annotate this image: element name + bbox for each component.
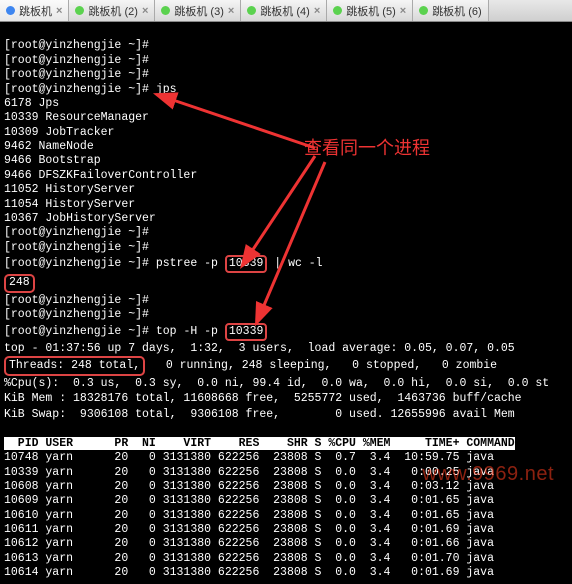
shell-prompt: [root@yinzhengjie ~]#: [4, 68, 149, 81]
top-row: 10609 yarn 20 0 3131380 622256 23808 S 0…: [4, 494, 494, 507]
close-icon[interactable]: ×: [56, 5, 62, 17]
shell-prompt: [root@yinzhengjie ~]#: [4, 257, 149, 270]
close-icon[interactable]: ×: [314, 5, 320, 17]
close-icon[interactable]: ×: [228, 5, 234, 17]
status-dot-icon: [161, 6, 170, 15]
shell-prompt: [root@yinzhengjie ~]#: [4, 54, 149, 67]
jps-line: 6178 Jps: [4, 97, 59, 110]
jps-line: 11052 HistoryServer: [4, 183, 135, 196]
tab-label: 跳板机 (6): [432, 3, 482, 19]
jps-line: 10339 ResourceManager: [4, 111, 149, 124]
top-row: 10610 yarn 20 0 3131380 622256 23808 S 0…: [4, 509, 494, 522]
tab-4[interactable]: 跳板机 (4) ×: [241, 0, 327, 21]
highlight-thread-count: 248: [4, 274, 35, 292]
cmd-pstree-rest: | wc -l: [267, 257, 322, 270]
watermark: www.9969.net: [422, 463, 554, 486]
tab-5[interactable]: 跳板机 (5) ×: [327, 0, 413, 21]
shell-prompt: [root@yinzhengjie ~]#: [4, 308, 149, 321]
top-row: 10611 yarn 20 0 3131380 622256 23808 S 0…: [4, 523, 494, 536]
tab-3[interactable]: 跳板机 (3) ×: [155, 0, 241, 21]
top-row: 10608 yarn 20 0 3131380 622256 23808 S 0…: [4, 480, 494, 493]
jps-line: 10367 JobHistoryServer: [4, 212, 156, 225]
tab-label: 跳板机 (4): [260, 3, 310, 19]
top-row: 10614 yarn 20 0 3131380 622256 23808 S 0…: [4, 566, 494, 579]
tab-label: 跳板机 (5): [346, 3, 396, 19]
top-threads-rest: 0 running, 248 sleeping, 0 stopped, 0 zo…: [145, 359, 497, 372]
status-dot-icon: [6, 6, 15, 15]
jps-line: 9466 Bootstrap: [4, 154, 101, 167]
tab-2[interactable]: 跳板机 (2) ×: [69, 0, 155, 21]
cmd-pstree: pstree -p: [156, 257, 225, 270]
shell-prompt: [root@yinzhengjie ~]#: [4, 83, 149, 96]
top-row: 10748 yarn 20 0 3131380 622256 23808 S 0…: [4, 451, 494, 464]
shell-prompt: [root@yinzhengjie ~]#: [4, 39, 149, 52]
top-table-header: PID USER PR NI VIRT RES SHR S %CPU %MEM …: [4, 437, 515, 450]
top-row: 10613 yarn 20 0 3131380 622256 23808 S 0…: [4, 552, 494, 565]
terminal[interactable]: [root@yinzhengjie ~]# [root@yinzhengjie …: [0, 22, 572, 584]
shell-prompt: [root@yinzhengjie ~]#: [4, 241, 149, 254]
top-line1: top - 01:37:56 up 7 days, 1:32, 3 users,…: [4, 342, 515, 355]
status-dot-icon: [75, 6, 84, 15]
close-icon[interactable]: ×: [142, 5, 148, 17]
top-row: 10612 yarn 20 0 3131380 622256 23808 S 0…: [4, 537, 494, 550]
jps-line: 10309 JobTracker: [4, 126, 114, 139]
status-dot-icon: [333, 6, 342, 15]
annotation-callout: 查看同一个进程: [304, 134, 430, 160]
status-dot-icon: [247, 6, 256, 15]
highlight-pid-pstree: 10339: [225, 255, 268, 273]
jps-line: 9466 DFSZKFailoverController: [4, 169, 197, 182]
jps-line: 11054 HistoryServer: [4, 198, 135, 211]
top-row: 10339 yarn 20 0 3131380 622256 23808 S 0…: [4, 466, 494, 479]
close-icon[interactable]: ×: [400, 5, 406, 17]
shell-prompt: [root@yinzhengjie ~]#: [4, 325, 149, 338]
tab-1[interactable]: 跳板机 ×: [0, 0, 69, 21]
shell-prompt: [root@yinzhengjie ~]#: [4, 294, 149, 307]
tab-label: 跳板机 (3): [174, 3, 224, 19]
status-dot-icon: [419, 6, 428, 15]
shell-prompt: [root@yinzhengjie ~]#: [4, 226, 149, 239]
highlight-threads-total: Threads: 248 total,: [4, 356, 145, 376]
jps-line: 9462 NameNode: [4, 140, 94, 153]
top-mem: KiB Mem : 18328176 total, 11608668 free,…: [4, 392, 522, 405]
top-swap: KiB Swap: 9306108 total, 9306108 free, 0…: [4, 408, 515, 421]
tab-label: 跳板机: [19, 3, 52, 19]
highlight-pid-top: 10339: [225, 323, 268, 341]
tab-6[interactable]: 跳板机 (6): [413, 0, 489, 21]
cmd-jps: jps: [156, 83, 177, 96]
tab-label: 跳板机 (2): [88, 3, 138, 19]
top-cpu: %Cpu(s): 0.3 us, 0.3 sy, 0.0 ni, 99.4 id…: [4, 377, 549, 390]
tab-bar: 跳板机 × 跳板机 (2) × 跳板机 (3) × 跳板机 (4) × 跳板机 …: [0, 0, 572, 22]
cmd-top: top -H -p: [156, 325, 225, 338]
